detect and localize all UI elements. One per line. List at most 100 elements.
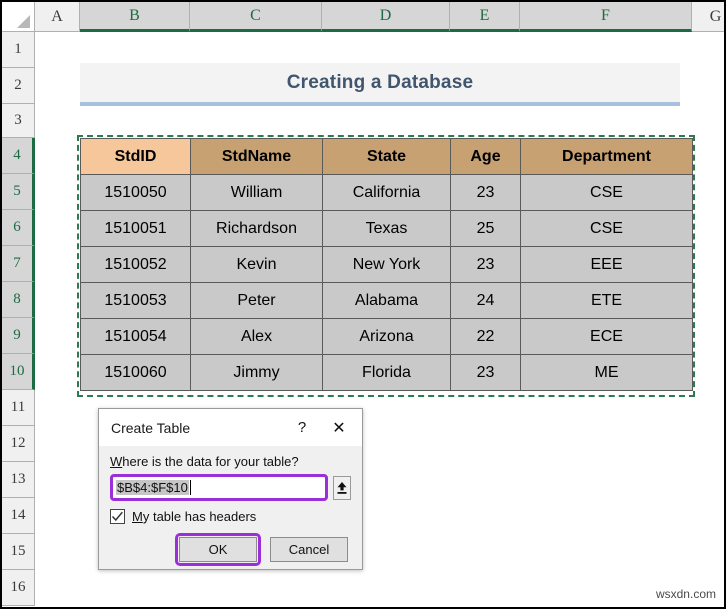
table-row: 1510052 Kevin New York 23 EEE [80, 246, 693, 283]
row-header-3[interactable]: 3 [2, 104, 35, 138]
site-watermark: wsxdn.com [655, 587, 716, 601]
close-icon[interactable]: ✕ [322, 409, 356, 446]
column-header-f[interactable]: F [520, 2, 692, 32]
collapse-dialog-icon[interactable] [333, 475, 351, 500]
dialog-titlebar[interactable]: Create Table ? ✕ [99, 409, 362, 446]
student-data-table: StdID StdName State Age Department 1510050 Wi… [80, 138, 693, 391]
table-cell[interactable]: New York [322, 246, 451, 283]
table-header-cell[interactable]: Age [450, 138, 521, 175]
headers-checkbox[interactable] [110, 509, 125, 524]
table-cell[interactable]: 1510053 [80, 282, 191, 319]
column-header-c[interactable]: C [190, 2, 322, 32]
column-header-g[interactable]: G [692, 2, 724, 32]
headers-label-text: y table has headers [142, 509, 257, 524]
table-cell[interactable]: 1510050 [80, 174, 191, 211]
column-header-strip: ABCDEFG [2, 2, 724, 32]
range-prompt-label: Where is the data for your table? [110, 454, 351, 469]
table-cell[interactable]: 1510052 [80, 246, 191, 283]
headers-label-accel: M [132, 509, 143, 524]
row-header-7[interactable]: 7 [2, 246, 35, 282]
table-row: 1510050 William California 23 CSE [80, 174, 693, 211]
text-caret [189, 480, 191, 495]
table-cell[interactable]: CSE [520, 210, 693, 247]
dialog-button-row: OK Cancel [110, 533, 351, 566]
table-cell[interactable]: ETE [520, 282, 693, 319]
column-header-d[interactable]: D [322, 2, 450, 32]
range-input-highlight: $B$4:$F$10 [110, 474, 328, 501]
sheet-title-banner: Creating a Database [80, 63, 680, 106]
table-cell[interactable]: Jimmy [190, 354, 323, 391]
row-header-11[interactable]: 11 [2, 390, 35, 426]
column-header-e[interactable]: E [450, 2, 520, 32]
table-header-cell[interactable]: State [322, 138, 451, 175]
table-cell[interactable]: Kevin [190, 246, 323, 283]
table-cell[interactable]: 1510054 [80, 318, 191, 355]
row-header-1[interactable]: 1 [2, 32, 35, 68]
create-table-dialog: Create Table ? ✕ Where is the data for y… [98, 408, 363, 570]
table-cell[interactable]: 22 [450, 318, 521, 355]
select-all-triangle-icon [17, 15, 30, 28]
table-cell[interactable]: EEE [520, 246, 693, 283]
table-cell[interactable]: Richardson [190, 210, 323, 247]
headers-checkbox-label: My table has headers [132, 509, 256, 524]
row-header-2[interactable]: 2 [2, 68, 35, 104]
row-header-6[interactable]: 6 [2, 210, 35, 246]
ok-button[interactable]: OK [179, 537, 257, 562]
table-cell[interactable]: ECE [520, 318, 693, 355]
table-cell[interactable]: California [322, 174, 451, 211]
table-cell[interactable]: 23 [450, 354, 521, 391]
headers-checkbox-row[interactable]: My table has headers [110, 509, 351, 524]
range-prompt-accel: W [110, 454, 123, 469]
table-cell[interactable]: 1510060 [80, 354, 191, 391]
row-header-9[interactable]: 9 [2, 318, 35, 354]
row-header-16[interactable]: 16 [2, 570, 35, 606]
row-header-10[interactable]: 10 [2, 354, 35, 390]
row-header-4[interactable]: 4 [2, 138, 35, 174]
table-header-cell[interactable]: Department [520, 138, 693, 175]
up-arrow-icon [337, 481, 347, 494]
dialog-title: Create Table [111, 419, 191, 436]
table-cell[interactable]: CSE [520, 174, 693, 211]
table-cell[interactable]: 23 [450, 174, 521, 211]
table-cell[interactable]: Texas [322, 210, 451, 247]
row-header-13[interactable]: 13 [2, 462, 35, 498]
ok-button-highlight: OK [175, 533, 261, 566]
table-row: 1510054 Alex Arizona 22 ECE [80, 318, 693, 355]
table-cell[interactable]: 23 [450, 246, 521, 283]
dialog-body: Where is the data for your table? $B$4:$… [99, 446, 362, 566]
table-cell[interactable]: Peter [190, 282, 323, 319]
table-cell[interactable]: 24 [450, 282, 521, 319]
table-cell[interactable]: ME [520, 354, 693, 391]
table-header-row: StdID StdName State Age Department [80, 138, 693, 175]
row-header-14[interactable]: 14 [2, 498, 35, 534]
table-row: 1510051 Richardson Texas 25 CSE [80, 210, 693, 247]
column-header-b[interactable]: B [80, 2, 190, 32]
table-cell[interactable]: Florida [322, 354, 451, 391]
selected-range-outline: StdID StdName State Age Department 1510050 Wi… [77, 135, 695, 397]
table-cell[interactable]: Alabama [322, 282, 451, 319]
row-header-15[interactable]: 15 [2, 534, 35, 570]
table-row: 1510053 Peter Alabama 24 ETE [80, 282, 693, 319]
select-all-corner[interactable] [2, 2, 35, 32]
range-prompt-text: here is the data for your table? [122, 454, 299, 469]
table-header-cell[interactable]: StdName [190, 138, 323, 175]
range-input-value[interactable]: $B$4:$F$10 [116, 480, 189, 495]
table-cell[interactable]: Arizona [322, 318, 451, 355]
cancel-button[interactable]: Cancel [270, 537, 348, 562]
row-header-strip: 1 2 3 4 5 6 7 8 9 10 11 12 13 14 15 16 [2, 32, 35, 606]
table-row: 1510060 Jimmy Florida 23 ME [80, 354, 693, 391]
column-header-a[interactable]: A [35, 2, 80, 32]
range-input-row: $B$4:$F$10 [110, 474, 351, 501]
excel-worksheet-window: ABCDEFG 1 2 3 4 5 6 7 8 9 10 11 12 13 14 15 16 Creating… [0, 0, 726, 609]
row-header-8[interactable]: 8 [2, 282, 35, 318]
table-cell[interactable]: 1510051 [80, 210, 191, 247]
row-header-12[interactable]: 12 [2, 426, 35, 462]
table-cell[interactable]: 25 [450, 210, 521, 247]
help-icon[interactable]: ? [288, 409, 316, 446]
table-header-cell[interactable]: StdID [80, 138, 191, 175]
page-title: Creating a Database [286, 71, 474, 93]
checkmark-icon [111, 511, 123, 522]
table-cell[interactable]: William [190, 174, 323, 211]
table-cell[interactable]: Alex [190, 318, 323, 355]
row-header-5[interactable]: 5 [2, 174, 35, 210]
